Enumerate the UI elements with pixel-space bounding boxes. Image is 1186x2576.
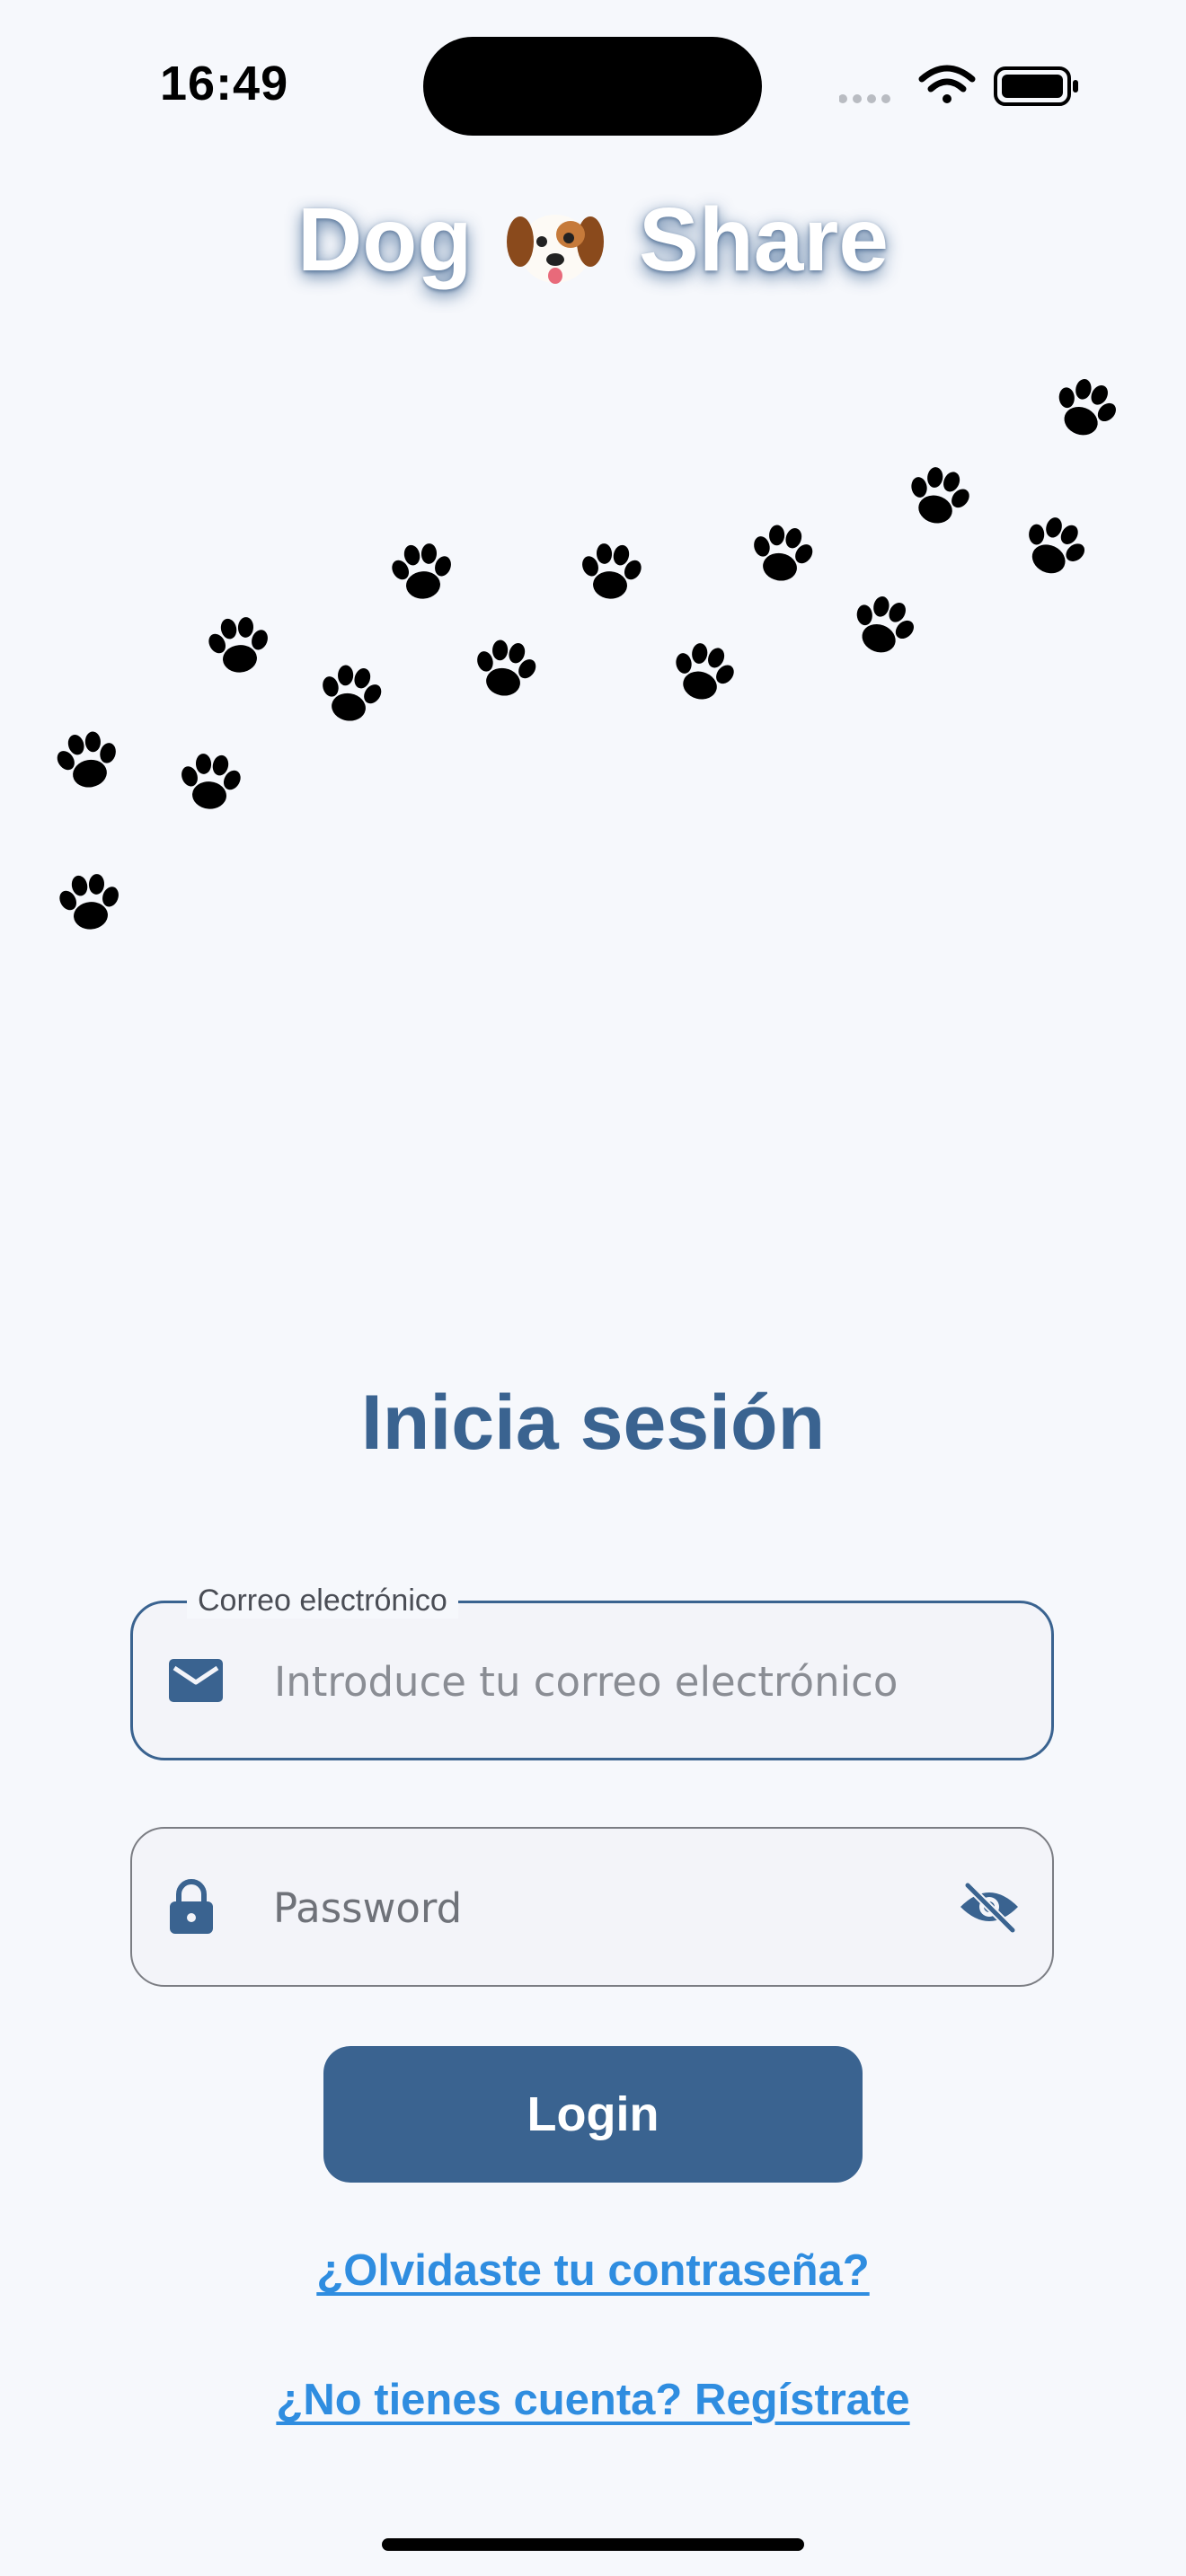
signal-dots-icon xyxy=(839,94,890,103)
app-title-left: Dog xyxy=(297,190,473,290)
forgot-password-link[interactable]: ¿Olvidaste tu contraseña? xyxy=(316,2246,869,2295)
home-indicator[interactable] xyxy=(382,2538,804,2551)
login-button[interactable]: Login xyxy=(323,2046,863,2183)
login-heading: Inicia sesión xyxy=(360,1380,826,1466)
register-link[interactable]: ¿No tienes cuenta? Regístrate xyxy=(276,2376,909,2424)
battery-icon xyxy=(994,66,1078,106)
dog-face-icon xyxy=(507,214,605,284)
password-field[interactable] xyxy=(130,1827,1054,1987)
status-bar: 16:49 xyxy=(0,0,1186,171)
status-icons xyxy=(839,65,1078,106)
app-title-right: Share xyxy=(639,190,889,290)
lock-icon xyxy=(170,1879,213,1934)
paw-prints-icon xyxy=(50,370,1127,932)
mail-icon xyxy=(169,1659,223,1702)
status-time: 16:49 xyxy=(160,57,289,110)
eye-off-icon[interactable] xyxy=(957,1880,1022,1934)
app-title: Dog Share xyxy=(0,189,1186,292)
email-input[interactable] xyxy=(272,1603,977,1760)
email-field[interactable]: Correo electrónico xyxy=(130,1584,1054,1760)
password-input[interactable] xyxy=(271,1829,976,1987)
dynamic-island xyxy=(423,37,762,136)
wifi-icon xyxy=(918,65,976,103)
forgot-password-link-row: ¿Olvidaste tu contraseña? xyxy=(0,2245,1186,2296)
register-link-row: ¿No tienes cuenta? Regístrate xyxy=(0,2375,1186,2425)
